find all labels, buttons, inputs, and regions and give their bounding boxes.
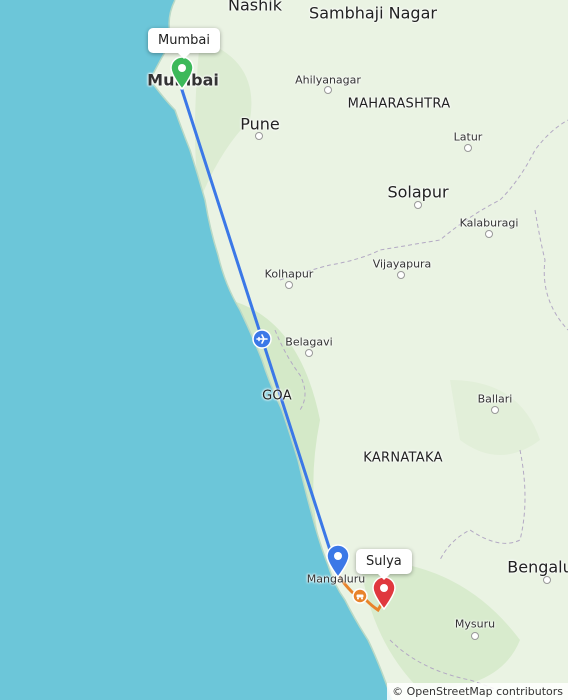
place-label-nashik: Nashik	[228, 0, 282, 15]
place-label-latur: Latur	[453, 130, 483, 144]
destination-callout[interactable]: Sulya	[356, 549, 412, 580]
destination-marker[interactable]	[371, 576, 397, 610]
place-label-belagavi: Belagavi	[285, 335, 333, 349]
car-icon[interactable]	[352, 588, 368, 604]
place-label-ahilyanagar: Ahilyanagar	[295, 73, 361, 87]
place-dot	[543, 576, 551, 584]
place-label-maharashtra: MAHARASHTRA	[347, 96, 451, 112]
map-attribution[interactable]: © OpenStreetMap contributors	[387, 683, 568, 700]
place-dot	[324, 86, 332, 94]
place-label-pune: Pune	[240, 114, 280, 134]
place-dot	[471, 632, 479, 640]
place-dot	[485, 230, 493, 238]
place-label-vijayapura: Vijayapura	[372, 257, 432, 271]
place-dot	[285, 281, 293, 289]
place-label-kolhapur: Kolhapur	[264, 267, 314, 281]
place-dot	[464, 144, 472, 152]
place-dot	[491, 406, 499, 414]
origin-callout[interactable]: Mumbai	[148, 28, 220, 59]
place-dot	[397, 271, 405, 279]
place-label-ballari: Ballari	[477, 392, 513, 406]
place-dot	[255, 132, 263, 140]
origin-callout-label: Mumbai	[158, 33, 210, 48]
attribution-text: © OpenStreetMap contributors	[392, 685, 563, 698]
map-basemap	[0, 0, 568, 700]
place-label-mysuru: Mysuru	[454, 617, 496, 631]
place-label-kalaburagi: Kalaburagi	[459, 216, 519, 230]
airplane-icon[interactable]	[252, 329, 272, 349]
origin-marker[interactable]	[169, 56, 195, 90]
waypoint-marker[interactable]	[325, 544, 351, 578]
place-label-goa: GOA	[262, 388, 292, 404]
place-label-solapur: Solapur	[387, 182, 449, 202]
place-label-sambhaji-nagar: Sambhaji Nagar	[309, 3, 437, 23]
place-dot	[305, 349, 313, 357]
map-canvas[interactable]: Nashik Sambhaji Nagar Mumbai Ahilyanagar…	[0, 0, 568, 700]
place-dot	[414, 201, 422, 209]
place-label-karnataka: KARNATAKA	[363, 450, 443, 466]
destination-callout-label: Sulya	[366, 554, 402, 569]
place-label-bengaluru: Bengalu	[507, 557, 568, 577]
